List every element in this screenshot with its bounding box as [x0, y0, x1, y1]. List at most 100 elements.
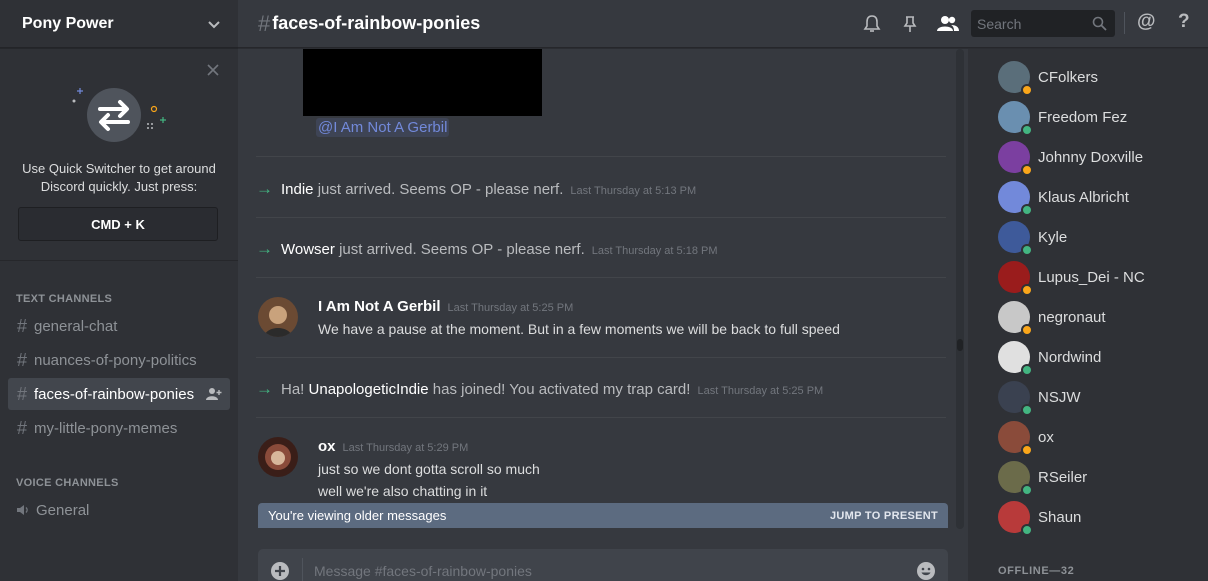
- user-mention[interactable]: @I Am Not A Gerbil: [316, 118, 450, 137]
- system-text: just arrived. Seems OP - please nerf.: [339, 241, 585, 258]
- message-divider: [256, 217, 946, 218]
- scrollbar-track[interactable]: [956, 49, 964, 529]
- status-idle-icon: [1021, 164, 1033, 176]
- upload-plus-icon[interactable]: [270, 561, 290, 581]
- system-message-join: → Ha! UnapologeticIndie has joined! You …: [256, 379, 823, 399]
- system-user[interactable]: Indie: [281, 181, 314, 198]
- status-online-icon: [1021, 484, 1033, 496]
- member-name: Lupus_Dei - NC: [1038, 268, 1145, 286]
- redacted-image: [303, 49, 542, 116]
- status-online-icon: [1021, 204, 1033, 216]
- hash-icon: #: [16, 349, 27, 370]
- author-name[interactable]: I Am Not A Gerbil: [318, 298, 441, 315]
- quick-switcher-text: Use Quick Switcher to get around Discord…: [22, 161, 216, 194]
- member-item[interactable]: Freedom Fez: [998, 99, 1128, 136]
- channel-faces-of-rainbow-ponies[interactable]: # faces-of-rainbow-ponies: [8, 378, 230, 410]
- avatar: [998, 101, 1033, 136]
- channel-header: # faces-of-rainbow-ponies Search @ ?: [238, 0, 1208, 48]
- message-input[interactable]: Message #faces-of-rainbow-ponies: [314, 563, 532, 579]
- avatar[interactable]: [258, 437, 298, 477]
- member-item[interactable]: Lupus_Dei - NC: [998, 259, 1145, 296]
- older-messages-bar: You're viewing older messages JUMP TO PR…: [258, 503, 948, 528]
- members-icon[interactable]: [936, 14, 960, 34]
- member-item[interactable]: Klaus Albricht: [998, 179, 1129, 216]
- pin-icon[interactable]: [900, 14, 920, 34]
- channel-general-chat[interactable]: # general-chat: [8, 310, 230, 342]
- help-icon[interactable]: ?: [1178, 11, 1198, 32]
- quick-switcher-icon: [72, 88, 166, 142]
- avatar: [998, 341, 1033, 376]
- guild-header[interactable]: Pony Power: [0, 0, 238, 48]
- message-divider: [256, 357, 946, 358]
- avatar: [998, 221, 1033, 256]
- timestamp: Last Thursday at 5:25 PM: [447, 302, 574, 314]
- hash-icon: #: [16, 383, 27, 404]
- message-text: just so we dont gotta scroll so much: [318, 461, 540, 477]
- author-name[interactable]: ox: [318, 438, 336, 455]
- status-online-icon: [1021, 124, 1033, 136]
- system-user[interactable]: UnapologeticIndie: [309, 381, 429, 398]
- channel-nuances-of-pony-politics[interactable]: # nuances-of-pony-politics: [8, 344, 230, 376]
- status-online-icon: [1021, 524, 1033, 536]
- member-name: Freedom Fez: [1038, 108, 1128, 126]
- jump-to-present-button[interactable]: JUMP TO PRESENT: [830, 510, 938, 522]
- voice-channels-category[interactable]: VOICE CHANNELS: [16, 477, 119, 489]
- avatar: [998, 181, 1033, 216]
- voice-channel-general[interactable]: General: [8, 494, 230, 526]
- quick-switcher-tip: Use Quick Switcher to get around Discord…: [0, 49, 238, 261]
- system-user[interactable]: Wowser: [281, 241, 335, 258]
- join-arrow-icon: →: [256, 179, 273, 198]
- text-channels-category[interactable]: TEXT CHANNELS: [16, 293, 112, 305]
- mentions-icon[interactable]: @: [1137, 11, 1157, 32]
- status-online-icon: [1021, 364, 1033, 376]
- timestamp: Last Thursday at 5:29 PM: [342, 442, 469, 454]
- avatar[interactable]: [258, 297, 298, 337]
- message-author: ox Last Thursday at 5:29 PM: [318, 438, 468, 455]
- channel-label: faces-of-rainbow-ponies: [34, 385, 195, 403]
- message-composer[interactable]: Message #faces-of-rainbow-ponies: [258, 549, 948, 581]
- member-item[interactable]: ox: [998, 419, 1054, 456]
- channel-label: nuances-of-pony-politics: [34, 351, 197, 369]
- member-name: Klaus Albricht: [1038, 188, 1129, 206]
- message-author: I Am Not A Gerbil Last Thursday at 5:25 …: [318, 298, 573, 315]
- member-name: Shaun: [1038, 508, 1082, 526]
- hash-icon: #: [258, 10, 271, 36]
- member-name: Johnny Doxville: [1038, 148, 1144, 166]
- search-icon: [1092, 16, 1107, 31]
- channel-label: general-chat: [34, 317, 118, 335]
- avatar: [998, 421, 1033, 456]
- search-bar[interactable]: Search: [971, 10, 1115, 37]
- member-item[interactable]: Shaun: [998, 499, 1082, 536]
- status-idle-icon: [1021, 284, 1033, 296]
- close-icon[interactable]: [206, 63, 220, 77]
- avatar: [998, 501, 1033, 536]
- system-message-join: → Indie just arrived. Seems OP - please …: [256, 179, 696, 199]
- scrollbar-thumb[interactable]: [957, 339, 963, 351]
- bell-icon[interactable]: [862, 14, 882, 34]
- member-item[interactable]: CFolkers: [998, 59, 1098, 96]
- system-message-join: → Wowser just arrived. Seems OP - please…: [256, 239, 718, 259]
- avatar: [998, 61, 1033, 96]
- chevron-down-icon[interactable]: [206, 16, 222, 32]
- invite-user-icon[interactable]: [206, 387, 222, 401]
- timestamp: Last Thursday at 5:25 PM: [697, 385, 824, 397]
- message-divider: [256, 417, 946, 418]
- emoji-icon[interactable]: [916, 561, 936, 581]
- member-item[interactable]: Kyle: [998, 219, 1067, 256]
- message-list: @I Am Not A Gerbil → Indie just arrived.…: [238, 49, 966, 581]
- status-online-icon: [1021, 244, 1033, 256]
- channel-title: faces-of-rainbow-ponies: [272, 13, 481, 33]
- member-item[interactable]: RSeiler: [998, 459, 1087, 496]
- member-item[interactable]: Nordwind: [998, 339, 1101, 376]
- member-item[interactable]: negronaut: [998, 299, 1106, 336]
- hash-icon: #: [16, 417, 27, 438]
- channel-label: General: [36, 501, 90, 519]
- channel-my-little-pony-memes[interactable]: # my-little-pony-memes: [8, 412, 230, 444]
- search-placeholder: Search: [977, 15, 1022, 32]
- older-messages-text: You're viewing older messages: [268, 508, 447, 523]
- offline-header: OFFLINE—32: [998, 565, 1075, 577]
- timestamp: Last Thursday at 5:18 PM: [591, 245, 718, 257]
- quick-switcher-shortcut[interactable]: CMD + K: [18, 207, 218, 241]
- member-item[interactable]: Johnny Doxville: [998, 139, 1144, 176]
- member-item[interactable]: NSJW: [998, 379, 1081, 416]
